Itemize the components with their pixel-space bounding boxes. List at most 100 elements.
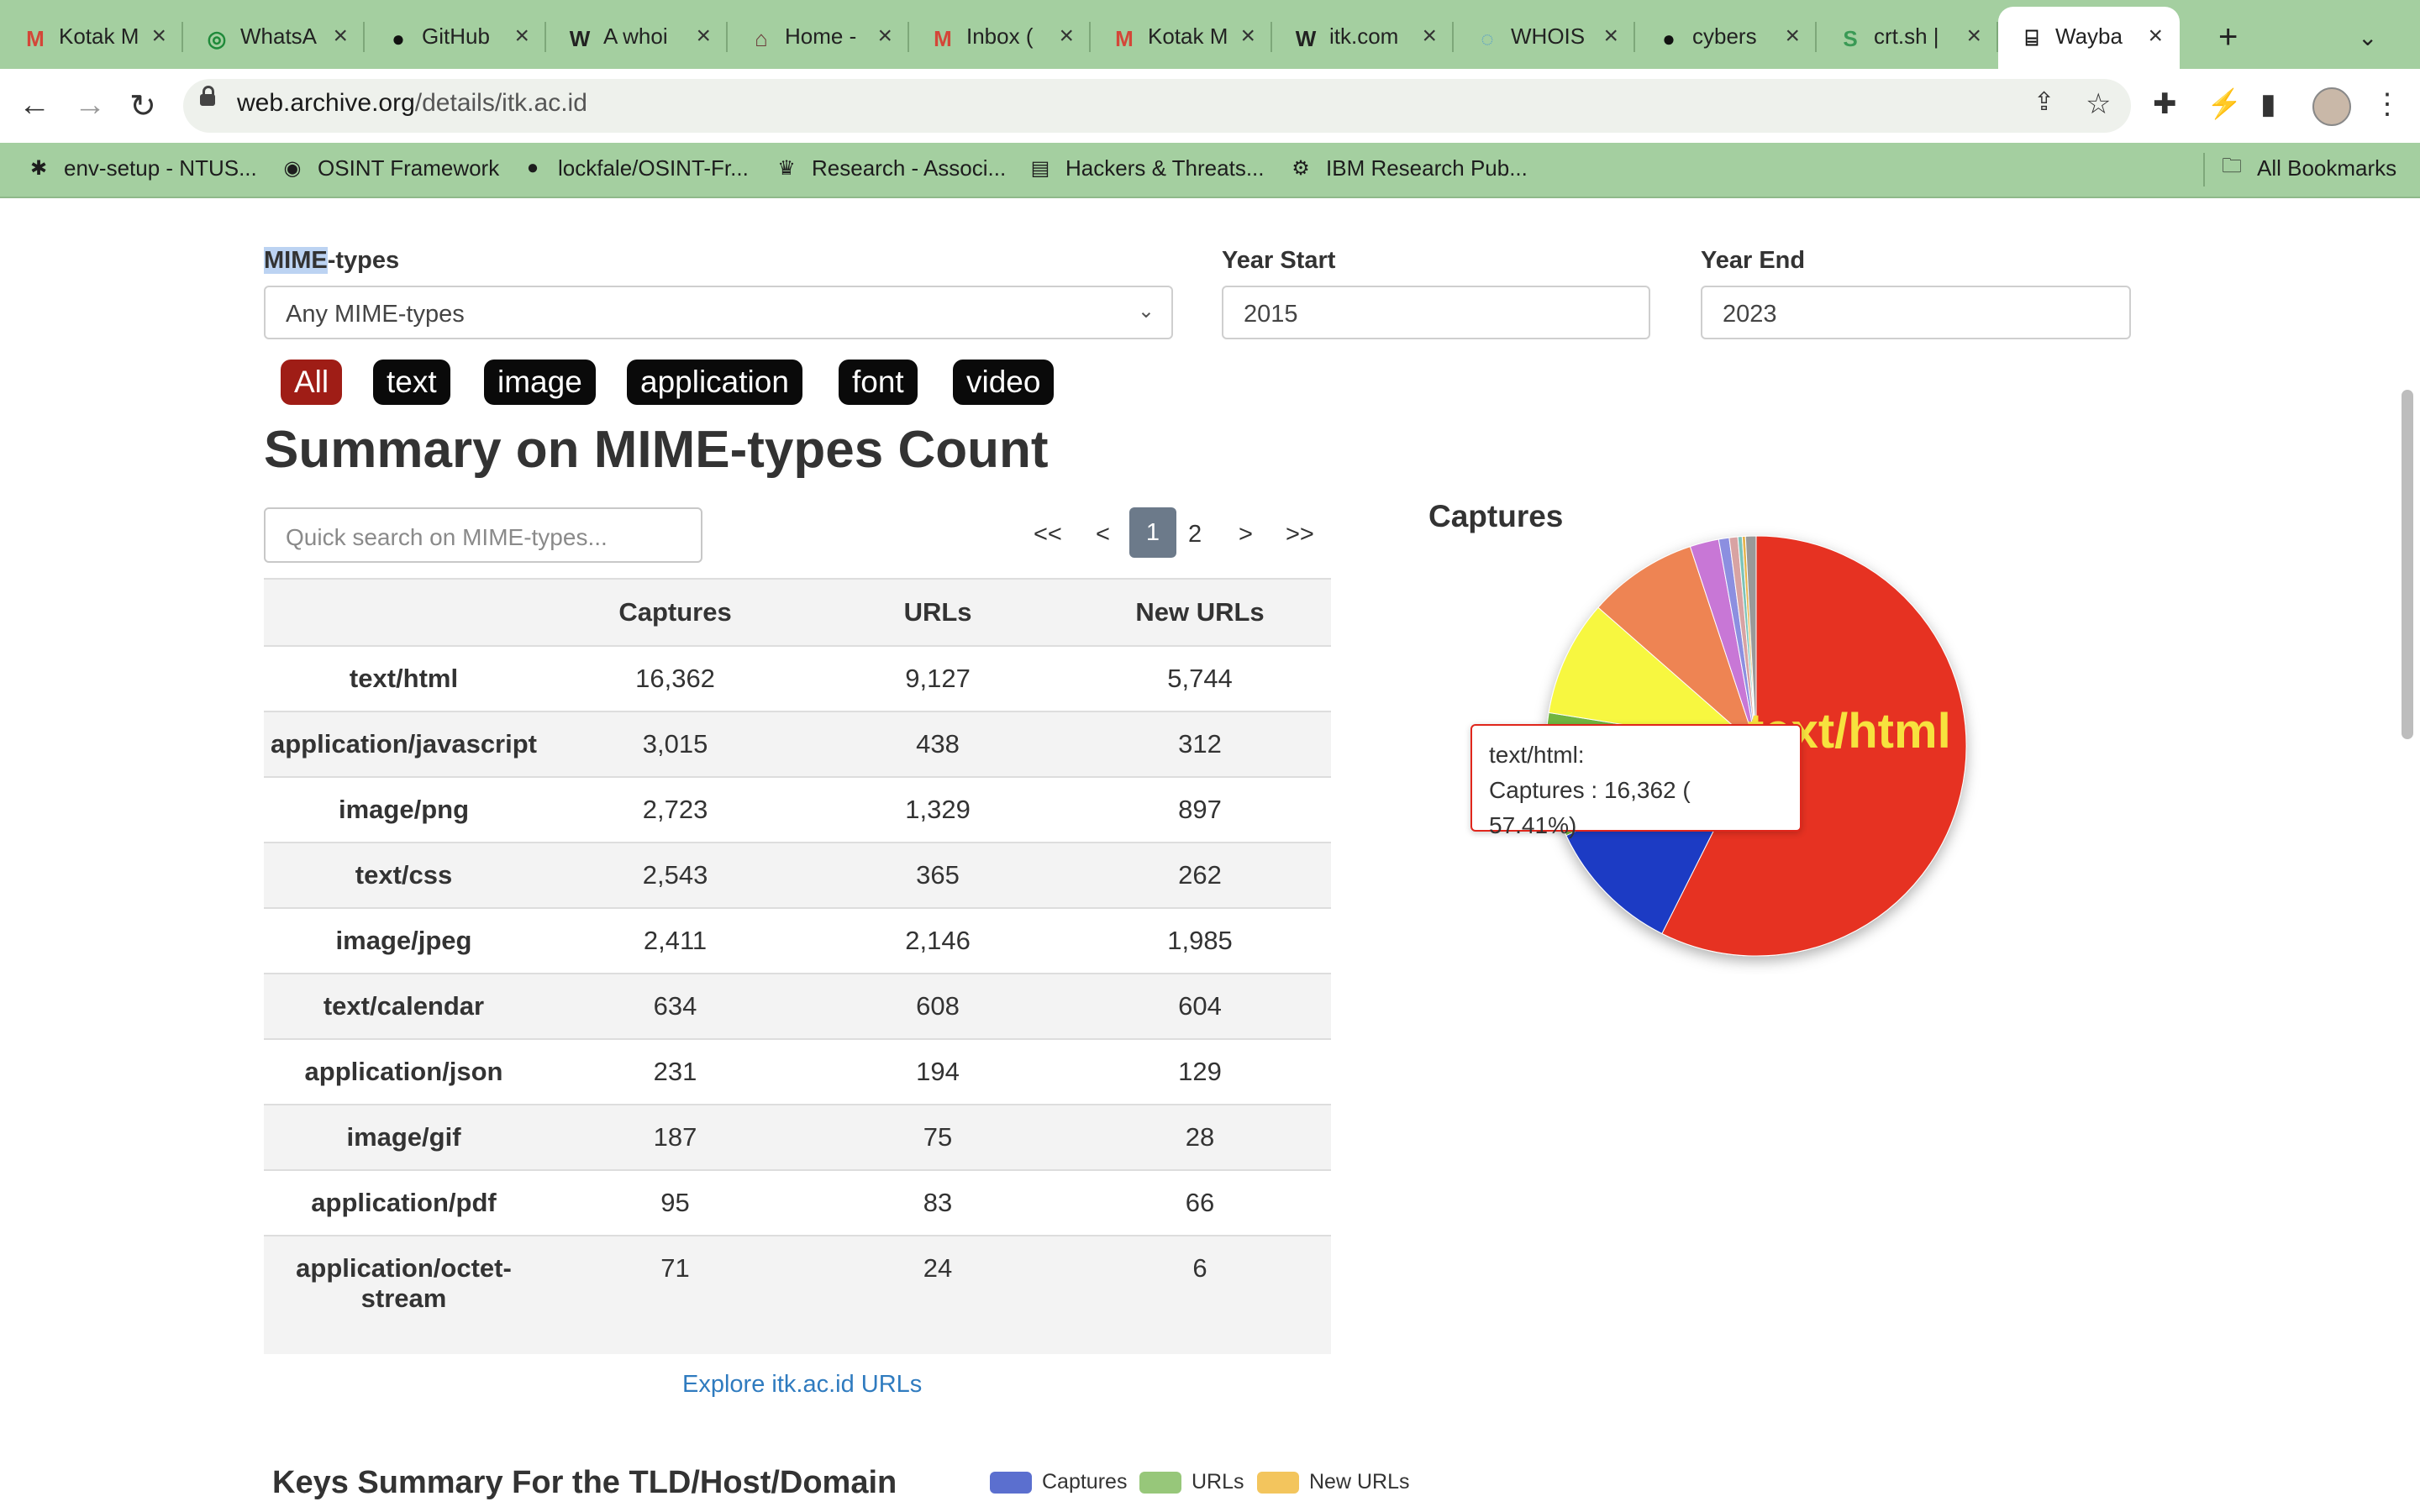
pill-image[interactable]: image bbox=[484, 360, 596, 405]
close-icon[interactable]: × bbox=[877, 22, 892, 50]
year-start-label: Year Start bbox=[1222, 247, 1336, 274]
gmail-icon: M bbox=[934, 25, 952, 51]
close-icon[interactable]: × bbox=[1422, 22, 1437, 50]
tab-5[interactable]: M Inbox (× bbox=[909, 7, 1091, 69]
count-cell: 438 bbox=[807, 711, 1070, 778]
share-icon[interactable]: ⇪ bbox=[2033, 87, 2054, 117]
new-tab-icon[interactable]: + bbox=[2218, 18, 2238, 56]
tab-0[interactable]: M Kotak M × bbox=[2, 7, 183, 69]
legend-item[interactable]: URLs bbox=[1139, 1470, 1244, 1494]
url-text[interactable]: web.archive.org/details/itk.ac.id bbox=[237, 89, 587, 118]
mime-types-label: MIME-types bbox=[264, 247, 399, 275]
count-cell: 24 bbox=[807, 1236, 1070, 1354]
tab-3[interactable]: W A whoi × bbox=[546, 7, 728, 69]
star-icon[interactable]: ☆ bbox=[2086, 87, 2111, 121]
chart-tooltip: text/html: Captures : 16,362 ( 57.41%) bbox=[1470, 724, 1802, 838]
page-link[interactable]: >> bbox=[1286, 521, 1314, 549]
close-icon[interactable]: × bbox=[1603, 22, 1618, 50]
year-end-field[interactable]: 2023 bbox=[1701, 286, 2131, 339]
tab-11[interactable]: ⌸ Wayba × bbox=[1998, 7, 2180, 69]
close-icon[interactable]: × bbox=[333, 22, 348, 50]
ibm-icon: ⚙ bbox=[1292, 156, 1310, 180]
legend-label: URLs bbox=[1192, 1470, 1244, 1494]
tab-10[interactable]: Scrt.sh | × bbox=[1817, 7, 1998, 69]
count-cell: 187 bbox=[544, 1105, 808, 1171]
tab-title: itk.com bbox=[1329, 24, 1399, 49]
pill-video[interactable]: video bbox=[953, 360, 1055, 405]
count-cell: 262 bbox=[1069, 843, 1331, 909]
pill-font[interactable]: font bbox=[839, 360, 918, 405]
back-icon[interactable]: ← bbox=[18, 87, 50, 123]
folder-icon: 🗀 bbox=[2222, 154, 2242, 177]
bookmark-item[interactable]: ✱ env-setup - NTUS... bbox=[25, 155, 257, 181]
count-cell: 6 bbox=[1069, 1236, 1331, 1354]
mime-search-input[interactable]: Quick search on MIME-types... bbox=[264, 507, 702, 563]
tab-title: Kotak M bbox=[1148, 24, 1228, 49]
mime-type-cell: text/html bbox=[264, 646, 544, 712]
mime-type-select[interactable]: Any MIME-types ⌄ bbox=[264, 286, 1173, 339]
page-scrollbar[interactable] bbox=[2402, 390, 2413, 739]
count-cell: 897 bbox=[1069, 777, 1331, 843]
all-bookmarks[interactable]: 🗀 All Bookmarks bbox=[2218, 155, 2396, 181]
explore-urls-link[interactable]: Explore itk.ac.id URLs bbox=[682, 1371, 922, 1399]
page-link[interactable]: << bbox=[1034, 521, 1062, 549]
tab-6[interactable]: M Kotak M × bbox=[1091, 7, 1272, 69]
pill-All[interactable]: All bbox=[281, 360, 343, 405]
bookmark-item[interactable]: ◉ OSINT Framework bbox=[279, 155, 500, 181]
forward-icon[interactable]: → bbox=[74, 87, 106, 123]
tab-search-chevron-icon[interactable]: ⌄ bbox=[2358, 24, 2377, 51]
gmail-icon: M bbox=[26, 25, 45, 51]
close-icon[interactable]: × bbox=[1240, 22, 1255, 50]
github-icon: ● bbox=[526, 156, 539, 179]
bookmark-label: lockfale/OSINT-Fr... bbox=[558, 155, 749, 181]
archive-icon: ⌸ bbox=[2025, 25, 2039, 50]
site-icon: ⌂ bbox=[755, 25, 768, 51]
count-cell: 28 bbox=[1069, 1105, 1331, 1171]
legend-item[interactable]: Captures bbox=[990, 1470, 1127, 1494]
side-panel-icon[interactable]: ▮ bbox=[2260, 87, 2276, 121]
tab-title: Home - bbox=[785, 24, 857, 49]
close-icon[interactable]: × bbox=[696, 22, 711, 50]
pill-application[interactable]: application bbox=[627, 360, 802, 405]
bookmark-item[interactable]: ♛ Research - Associ... bbox=[773, 155, 1006, 181]
bookmark-item[interactable]: ▤ Hackers & Threats... bbox=[1027, 155, 1265, 181]
pill-text[interactable]: text bbox=[373, 360, 450, 405]
close-icon[interactable]: × bbox=[514, 22, 529, 50]
table-row: text/css 2,543 365 262 bbox=[264, 843, 1331, 909]
page-link[interactable]: 2 bbox=[1188, 521, 1202, 549]
close-icon[interactable]: × bbox=[1059, 22, 1074, 50]
page-link[interactable]: 1 bbox=[1129, 507, 1176, 558]
mime-type-cell: image/png bbox=[264, 777, 544, 843]
page-link[interactable]: > bbox=[1239, 521, 1253, 549]
table-row: image/gif 187 75 28 bbox=[264, 1105, 1331, 1171]
bookmark-item[interactable]: ● lockfale/OSINT-Fr... bbox=[519, 155, 749, 181]
year-end-label: Year End bbox=[1701, 247, 1806, 274]
year-start-field[interactable]: 2015 bbox=[1222, 286, 1650, 339]
close-icon[interactable]: × bbox=[151, 22, 166, 50]
tab-8[interactable]: ◌ WHOIS × bbox=[1454, 7, 1635, 69]
url-path: /details/itk.ac.id bbox=[414, 89, 587, 117]
count-cell: 5,744 bbox=[1069, 646, 1331, 712]
close-icon[interactable]: × bbox=[1966, 22, 1981, 50]
count-cell: 3,015 bbox=[544, 711, 808, 778]
legend-item[interactable]: New URLs bbox=[1257, 1470, 1409, 1494]
reload-icon[interactable]: ↻ bbox=[129, 87, 156, 125]
tab-2[interactable]: ● GitHub × bbox=[365, 7, 546, 69]
bookmark-item[interactable]: ⚙ IBM Research Pub... bbox=[1287, 155, 1528, 181]
tab-4[interactable]: ⌂ Home - × bbox=[728, 7, 909, 69]
tab-1[interactable]: ◎ WhatsA × bbox=[183, 7, 365, 69]
page-link[interactable]: < bbox=[1096, 521, 1110, 549]
extensions-icon[interactable]: ✚ bbox=[2153, 87, 2177, 121]
profile-avatar[interactable] bbox=[2312, 87, 2351, 126]
tab-7[interactable]: Witk.com × bbox=[1272, 7, 1454, 69]
lock-icon[interactable] bbox=[200, 86, 215, 106]
close-icon[interactable]: × bbox=[2148, 22, 2163, 50]
mime-type-cell: application/octet-stream bbox=[264, 1236, 544, 1354]
tab-title: Wayba bbox=[2055, 24, 2123, 49]
menu-icon[interactable]: ⋮ bbox=[2373, 87, 2402, 121]
tab-9[interactable]: ● cybers × bbox=[1635, 7, 1817, 69]
performance-icon[interactable]: ⚡ bbox=[2207, 87, 2242, 121]
close-icon[interactable]: × bbox=[1785, 22, 1800, 50]
chevron-down-icon: ⌄ bbox=[1137, 300, 1155, 323]
mime-type-cell: text/calendar bbox=[264, 974, 544, 1040]
